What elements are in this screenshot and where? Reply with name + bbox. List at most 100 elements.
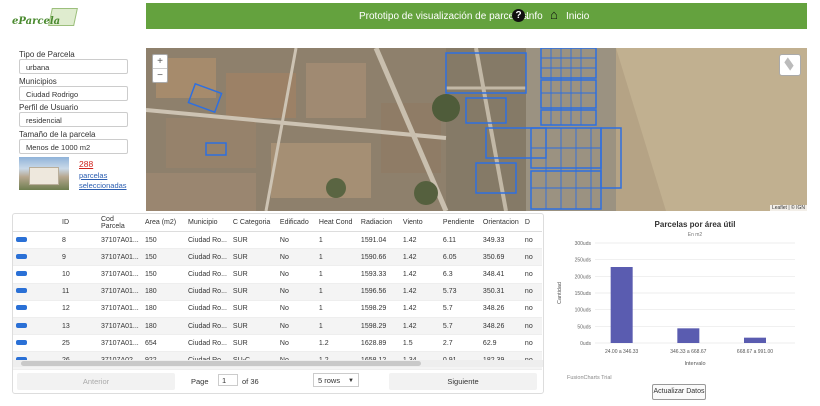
row-select-icon[interactable] [16,288,27,294]
scrollbar-thumb[interactable] [21,361,421,366]
row-select-cell[interactable] [13,317,59,336]
layers-icon[interactable] [779,54,801,76]
parcel-type-label: Tipo de Parcela [19,50,75,59]
table-row[interactable]: 8 37107A01... 150 Ciudad Ro... SUR No 1 1591.04… [13,231,542,250]
table-cell: 1 [315,248,358,267]
table-cell: 37107A01... [98,334,142,353]
row-select-cell[interactable] [13,265,59,284]
table-cell: 1598.29 [357,300,400,318]
column-header-select[interactable] [13,214,59,232]
table-row[interactable]: 9 37107A01... 150 Ciudad Ro... SUR No 1 1590.66… [13,248,542,267]
table-cell: 6.11 [439,231,480,250]
table-cell: 11 [59,283,98,301]
table-cell: SUR [229,317,277,336]
column-header-cod-parcela[interactable]: Cod Parcela [98,214,142,232]
chart-watermark: FusionCharts Trial [567,375,612,381]
y-tick-label: 300uds [575,241,592,247]
rows-per-page-select[interactable]: 5 rows ▼ [313,373,359,387]
y-tick-label: 200uds [575,274,592,280]
row-select-cell[interactable] [13,248,59,267]
row-select-cell[interactable] [13,231,59,250]
table-row[interactable]: 10 37107A01... 150 Ciudad Ro... SUR No 1 1593.3… [13,265,542,284]
row-select-cell[interactable] [13,283,59,301]
table-cell: 37107A01... [98,283,142,301]
row-select-icon[interactable] [16,305,27,311]
table-cell: 1.42 [399,317,440,336]
y-tick-label: 150uds [575,291,592,297]
column-header-heat-cond[interactable]: Heat Cond [315,214,358,232]
table-cell: 37107A01... [98,300,142,318]
page-input[interactable]: 1 [218,374,238,386]
row-select-icon[interactable] [16,236,27,242]
page-title: Prototipo de visualización de parcelas. [359,11,530,22]
table-cell: 654 [142,334,185,353]
update-data-button[interactable]: Actualizar Datos [652,384,706,400]
table-cell: Ciudad Ro... [185,283,230,301]
row-select-cell[interactable] [13,334,59,353]
table-cell: 150 [142,248,185,267]
column-header-area[interactable]: Area (m2) [142,214,185,232]
table-cell: SUR [229,248,277,267]
column-header-municipio[interactable]: Municipio [185,214,230,232]
table-cell: 5.7 [439,300,480,318]
row-select-cell[interactable] [13,300,59,318]
zoom-out-button[interactable]: − [153,69,167,82]
column-header-edificado[interactable]: Edificado [276,214,316,232]
column-header-d[interactable]: D [521,214,542,232]
table-cell: no [521,334,542,353]
column-header-categoria[interactable]: C Categoria [229,214,277,232]
selected-count[interactable]: 288 [79,159,93,169]
row-select-icon[interactable] [16,253,27,259]
table-cell: 1596.56 [357,283,400,301]
selected-count-label[interactable]: parcelas seleccionadas [79,171,139,191]
map[interactable]: + − Leaflet | © IGN [146,48,807,211]
x-tick-label: 24.00 a 346.33 [605,349,639,355]
table-cell: Ciudad Ro... [185,265,230,284]
table-row[interactable]: 25 37107A01... 654 Ciudad Ro... SUR No 1.2 1628… [13,334,542,353]
y-axis-label: Cantidad [557,282,563,304]
table-cell: 1593.33 [357,265,400,284]
table-cell: 1.2 [315,334,358,353]
column-header-id[interactable]: ID [59,214,98,232]
zoom-in-button[interactable]: + [153,55,167,69]
table-row[interactable]: 11 37107A01... 180 Ciudad Ro... SUR No 1 1596.5… [13,283,542,301]
row-select-icon[interactable] [16,339,27,345]
table-row[interactable]: 13 37107A01... 180 Ciudad Ro... SUR No 1 1598.2… [13,317,542,336]
table-cell: Ciudad Ro... [185,317,230,336]
table-cell: SUR [229,300,277,318]
table-cell: 350.31 [479,283,522,301]
column-header-radiacion[interactable]: Radiacion [357,214,400,232]
home-link[interactable]: Inicio [566,11,589,22]
table-cell: 350.69 [479,248,522,267]
column-header-viento[interactable]: Viento [399,214,440,232]
question-icon[interactable]: ? [512,9,525,22]
column-header-pendiente[interactable]: Pendiente [439,214,480,232]
x-tick-label: 346.33 a 668.67 [670,349,706,355]
next-button[interactable]: Siguiente [389,373,537,390]
row-select-icon[interactable] [16,322,27,328]
table-row[interactable]: 12 37107A01... 180 Ciudad Ro... SUR No 1 1598.2… [13,300,542,318]
map-attribution[interactable]: Leaflet | © IGN [769,205,807,211]
table-cell: 6.3 [439,265,480,284]
table-cell: SUR [229,265,277,284]
table-cell: 1.42 [399,231,440,250]
y-tick-label: 50uds [577,324,591,330]
parcel-type-select[interactable]: urbana [19,59,128,74]
horizontal-scrollbar[interactable] [13,360,543,367]
table-cell: no [521,265,542,284]
home-icon[interactable]: ⌂ [550,8,558,22]
previous-button[interactable]: Anterior [17,373,175,390]
table-cell: no [521,248,542,267]
table-cell: 1.42 [399,283,440,301]
column-header-orientacion[interactable]: Orientacion [479,214,522,232]
logo: eParcela [12,6,78,32]
info-link[interactable]: Info [526,11,543,22]
area-chart: Parcelas por área útil En m2 0uds 50uds 100u… [547,213,805,391]
municipality-select[interactable]: Ciudad Rodrigo [19,86,128,101]
table-cell: 348.41 [479,265,522,284]
table-cell: 5.7 [439,317,480,336]
parcel-size-select[interactable]: Menos de 1000 m2 [19,139,128,154]
user-profile-select[interactable]: residencial [19,112,128,127]
table-cell: 1590.66 [357,248,400,267]
row-select-icon[interactable] [16,270,27,276]
